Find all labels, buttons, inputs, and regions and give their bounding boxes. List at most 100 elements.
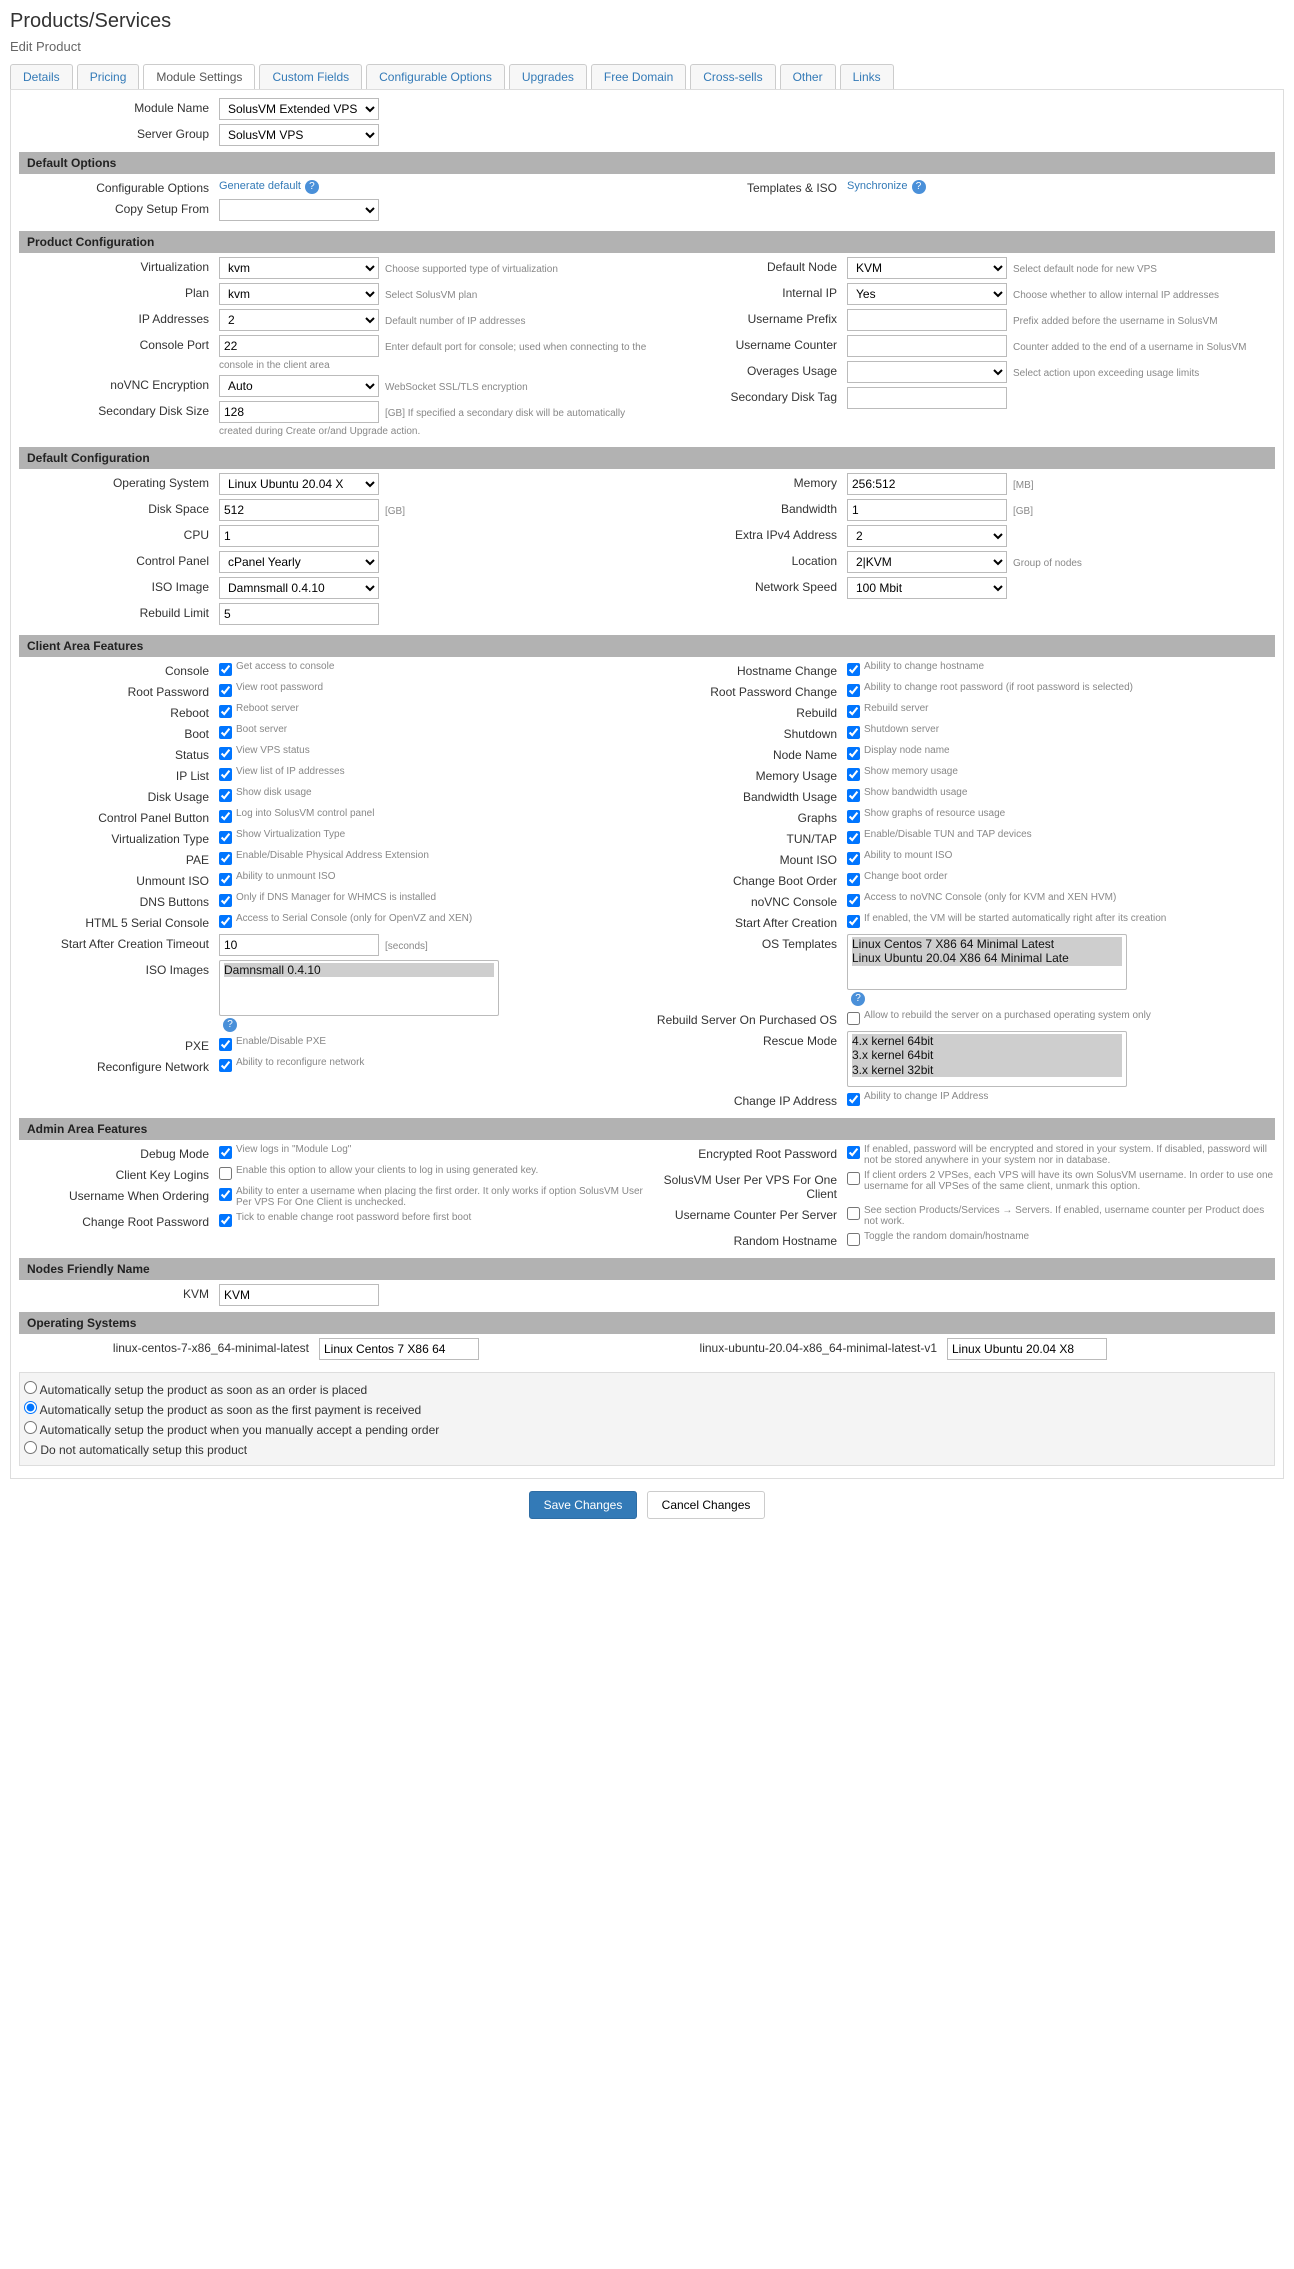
text-input[interactable] [219, 335, 379, 357]
multiselect[interactable]: Linux Centos 7 X86 64 Minimal LatestLinu… [847, 934, 1127, 990]
text-input[interactable] [219, 603, 379, 625]
select[interactable]: kvm [219, 283, 379, 305]
select[interactable]: 2 [219, 309, 379, 331]
checkbox[interactable] [847, 831, 860, 844]
radio[interactable] [24, 1421, 37, 1434]
radio[interactable] [24, 1381, 37, 1394]
checkbox[interactable] [219, 810, 232, 823]
checkbox[interactable] [219, 1038, 232, 1051]
link[interactable]: Synchronize [847, 180, 908, 192]
text-input[interactable] [847, 473, 1007, 495]
hint: Default number of IP addresses [385, 316, 525, 327]
radio-option[interactable]: Automatically setup the product as soon … [24, 1379, 1270, 1399]
select[interactable]: 2|KVM [847, 551, 1007, 573]
radio[interactable] [24, 1401, 37, 1414]
radio-option[interactable]: Do not automatically setup this product [24, 1439, 1270, 1459]
text-input[interactable] [219, 1284, 379, 1306]
select[interactable]: Auto [219, 375, 379, 397]
checkbox[interactable] [219, 831, 232, 844]
tab-pricing[interactable]: Pricing [77, 64, 140, 89]
help-icon[interactable]: ? [305, 180, 319, 194]
checkbox[interactable] [847, 684, 860, 697]
server-group-select[interactable]: SolusVM VPS [219, 124, 379, 146]
tab-other[interactable]: Other [780, 64, 836, 89]
multiselect[interactable]: 4.x kernel 64bit3.x kernel 64bit3.x kern… [847, 1031, 1127, 1087]
cancel-button[interactable]: Cancel Changes [647, 1491, 766, 1519]
text-input[interactable] [219, 499, 379, 521]
tab-free-domain[interactable]: Free Domain [591, 64, 686, 89]
checkbox[interactable] [219, 873, 232, 886]
checkbox[interactable] [847, 726, 860, 739]
checkbox[interactable] [219, 705, 232, 718]
checkbox[interactable] [847, 1012, 860, 1025]
checkbox[interactable] [847, 873, 860, 886]
checkbox[interactable] [219, 1167, 232, 1180]
checkbox[interactable] [219, 747, 232, 760]
link[interactable]: Generate default [219, 180, 301, 192]
text-input[interactable] [319, 1338, 479, 1360]
help-icon[interactable]: ? [223, 1018, 237, 1032]
checkbox[interactable] [219, 852, 232, 865]
select[interactable]: Damnsmall 0.4.10 [219, 577, 379, 599]
checkbox[interactable] [847, 894, 860, 907]
checkbox[interactable] [847, 1207, 860, 1220]
checkbox[interactable] [219, 1188, 232, 1201]
checkbox[interactable] [219, 726, 232, 739]
select[interactable] [219, 199, 379, 221]
checkbox[interactable] [847, 705, 860, 718]
select[interactable]: 100 Mbit [847, 577, 1007, 599]
help-icon[interactable]: ? [912, 180, 926, 194]
checkbox[interactable] [219, 684, 232, 697]
tab-details[interactable]: Details [10, 64, 73, 89]
select[interactable] [847, 361, 1007, 383]
text-input[interactable] [219, 934, 379, 956]
text-input[interactable] [847, 335, 1007, 357]
tab-configurable-options[interactable]: Configurable Options [366, 64, 505, 89]
checkbox[interactable] [219, 663, 232, 676]
checkbox[interactable] [847, 747, 860, 760]
select[interactable]: Yes [847, 283, 1007, 305]
checkbox[interactable] [847, 768, 860, 781]
tab-module-settings[interactable]: Module Settings [143, 64, 255, 89]
checkbox[interactable] [847, 852, 860, 865]
field-label: Bandwidth [647, 499, 847, 516]
checkbox[interactable] [219, 1214, 232, 1227]
checkbox[interactable] [219, 768, 232, 781]
checkbox[interactable] [219, 1146, 232, 1159]
hint: Group of nodes [1013, 558, 1082, 569]
checkbox[interactable] [847, 663, 860, 676]
multiselect[interactable]: Damnsmall 0.4.10 [219, 960, 499, 1016]
tab-links[interactable]: Links [840, 64, 894, 89]
tab-custom-fields[interactable]: Custom Fields [259, 64, 362, 89]
select[interactable]: KVM [847, 257, 1007, 279]
checkbox[interactable] [219, 789, 232, 802]
checkbox[interactable] [847, 1093, 860, 1106]
module-name-select[interactable]: SolusVM Extended VPS [219, 98, 379, 120]
checkbox[interactable] [847, 915, 860, 928]
checkbox[interactable] [847, 810, 860, 823]
select[interactable]: kvm [219, 257, 379, 279]
radio-option[interactable]: Automatically setup the product when you… [24, 1419, 1270, 1439]
checkbox[interactable] [219, 1059, 232, 1072]
text-input[interactable] [219, 401, 379, 423]
checkbox[interactable] [847, 1146, 860, 1159]
select[interactable]: 2 [847, 525, 1007, 547]
checkbox[interactable] [219, 894, 232, 907]
tab-cross-sells[interactable]: Cross-sells [690, 64, 775, 89]
select[interactable]: cPanel Yearly [219, 551, 379, 573]
radio[interactable] [24, 1441, 37, 1454]
help-icon[interactable]: ? [851, 992, 865, 1006]
text-input[interactable] [219, 525, 379, 547]
checkbox[interactable] [847, 1172, 860, 1185]
radio-option[interactable]: Automatically setup the product as soon … [24, 1399, 1270, 1419]
text-input[interactable] [847, 499, 1007, 521]
select[interactable]: Linux Ubuntu 20.04 X [219, 473, 379, 495]
save-button[interactable]: Save Changes [529, 1491, 638, 1519]
checkbox[interactable] [847, 1233, 860, 1246]
text-input[interactable] [947, 1338, 1107, 1360]
text-input[interactable] [847, 387, 1007, 409]
checkbox[interactable] [847, 789, 860, 802]
text-input[interactable] [847, 309, 1007, 331]
tab-upgrades[interactable]: Upgrades [509, 64, 587, 89]
checkbox[interactable] [219, 915, 232, 928]
